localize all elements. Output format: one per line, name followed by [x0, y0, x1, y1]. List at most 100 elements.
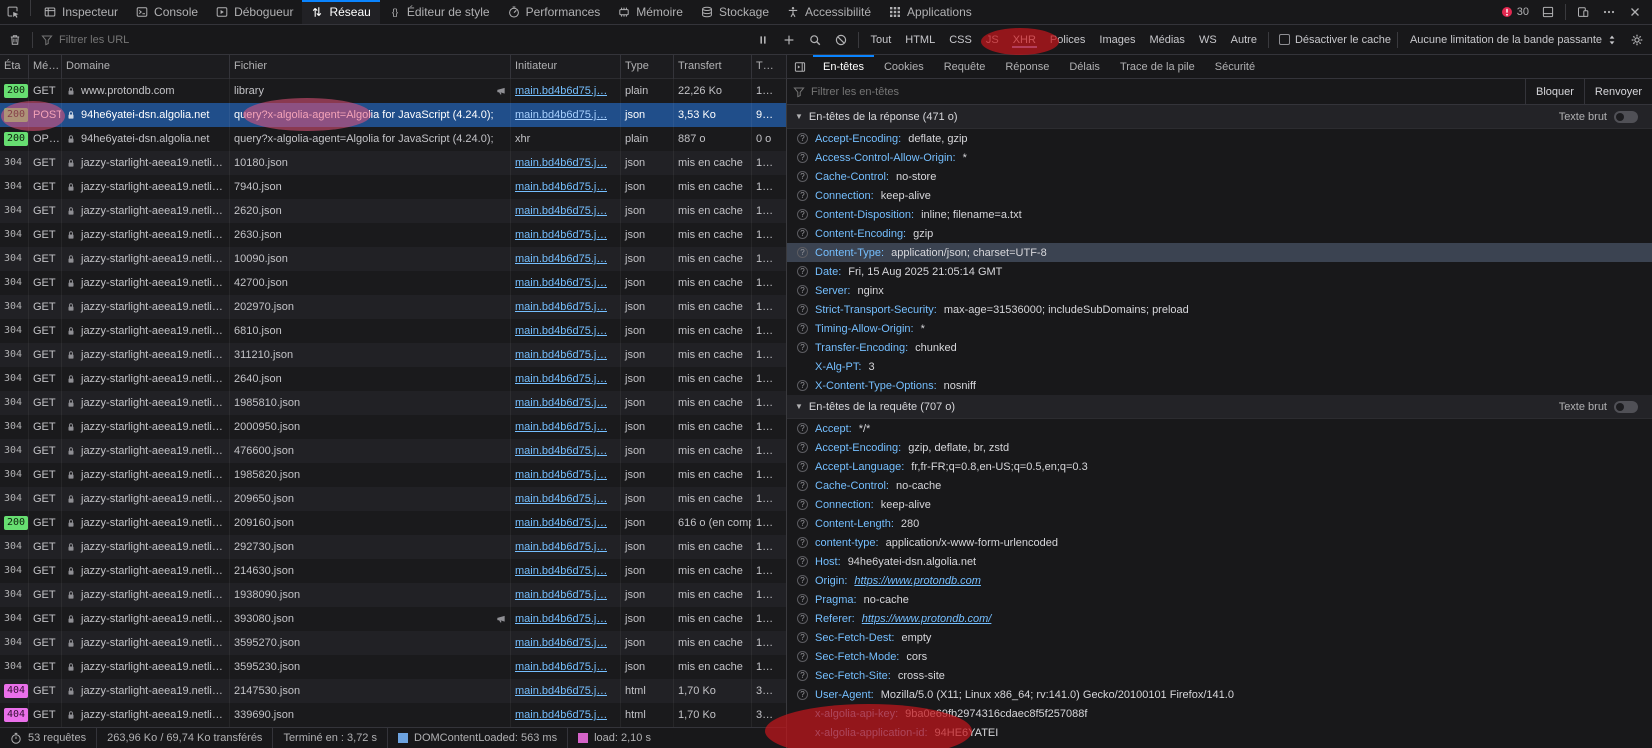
header-help-icon[interactable]	[797, 575, 808, 586]
column-header-t[interactable]: T…	[752, 55, 787, 79]
url-filter-input[interactable]	[53, 34, 750, 46]
new-request-button[interactable]	[776, 34, 802, 46]
header-row[interactable]: Connection:keep-alive	[787, 495, 1652, 514]
request-row[interactable]: 304GETjazzy-starlight-aeea19.netli…20009…	[0, 415, 786, 439]
devtools-menu-button[interactable]	[1596, 6, 1622, 18]
header-row[interactable]: Sec-Fetch-Mode:cors	[787, 647, 1652, 666]
sidebar-toggle-button[interactable]	[787, 55, 813, 78]
details-tab-trace-de-la-pile[interactable]: Trace de la pile	[1110, 55, 1205, 78]
request-row[interactable]: 304GETjazzy-starlight-aeea19.netli…7940.…	[0, 175, 786, 199]
initiator-link[interactable]: main.bd4b6d75.j…	[515, 589, 607, 601]
headers-filter-input[interactable]	[805, 86, 1525, 98]
request-row[interactable]: 304GETjazzy-starlight-aeea19.netli…20297…	[0, 295, 786, 319]
initiator-link[interactable]: main.bd4b6d75.j…	[515, 301, 607, 313]
column-header-type[interactable]: Type	[621, 55, 674, 79]
request-row[interactable]: 304GETjazzy-starlight-aeea19.netli…42700…	[0, 271, 786, 295]
header-row[interactable]: Accept-Encoding:deflate, gzip	[787, 129, 1652, 148]
tab-applications[interactable]: Applications	[880, 0, 981, 24]
search-requests-button[interactable]	[802, 34, 828, 46]
column-header-transfert[interactable]: Transfert	[674, 55, 752, 79]
request-row[interactable]: 304GETjazzy-starlight-aeea19.netli…19858…	[0, 391, 786, 415]
tab-console[interactable]: Console	[127, 0, 207, 24]
initiator-link[interactable]: main.bd4b6d75.j…	[515, 157, 607, 169]
header-row[interactable]: Content-Disposition:inline; filename=a.t…	[787, 205, 1652, 224]
header-help-icon[interactable]	[797, 499, 808, 510]
request-row[interactable]: 200OP…94he6yatei-dsn.algolia.netquery?x-…	[0, 127, 786, 151]
header-row[interactable]: Origin:https://www.protondb.com	[787, 571, 1652, 590]
clear-requests-button[interactable]	[2, 34, 28, 46]
header-help-icon[interactable]	[797, 461, 808, 472]
header-help-icon[interactable]	[797, 537, 808, 548]
split-console-button[interactable]	[1535, 6, 1561, 18]
tab-stockage[interactable]: Stockage	[692, 0, 778, 24]
request-row[interactable]: 304GETjazzy-starlight-aeea19.netli…47660…	[0, 439, 786, 463]
header-row[interactable]: Sec-Fetch-Dest:empty	[787, 628, 1652, 647]
error-count-badge[interactable]: 30	[1495, 6, 1535, 18]
header-help-icon[interactable]	[797, 323, 808, 334]
request-row[interactable]: 304GETjazzy-starlight-aeea19.netli…20965…	[0, 487, 786, 511]
request-row[interactable]: 304GETjazzy-starlight-aeea19.netli…21463…	[0, 559, 786, 583]
header-row[interactable]: Date:Fri, 15 Aug 2025 21:05:14 GMT	[787, 262, 1652, 281]
tab-inspecteur[interactable]: Inspecteur	[35, 0, 127, 24]
header-row[interactable]: User-Agent:Mozilla/5.0 (X11; Linux x86_6…	[787, 685, 1652, 704]
initiator-link[interactable]: main.bd4b6d75.j…	[515, 277, 607, 289]
header-row[interactable]: Transfer-Encoding:chunked	[787, 338, 1652, 357]
header-help-icon[interactable]	[797, 442, 808, 453]
header-help-icon[interactable]	[797, 190, 808, 201]
details-tab-reponse[interactable]: Réponse	[995, 55, 1059, 78]
request-row[interactable]: 304GETjazzy-starlight-aeea19.netli…10180…	[0, 151, 786, 175]
header-row[interactable]: Content-Type:application/json; charset=U…	[787, 243, 1652, 262]
raw-text-toggle[interactable]	[1614, 111, 1638, 123]
header-value[interactable]: https://www.protondb.com	[854, 575, 981, 587]
header-value[interactable]: https://www.protondb.com/	[862, 613, 992, 625]
header-help-icon[interactable]	[797, 670, 808, 681]
initiator-link[interactable]: main.bd4b6d75.j…	[515, 541, 607, 553]
raw-text-toggle[interactable]	[1614, 401, 1638, 413]
initiator-link[interactable]: main.bd4b6d75.j…	[515, 397, 607, 409]
header-row[interactable]: Server:nginx	[787, 281, 1652, 300]
pick-element-button[interactable]	[0, 0, 26, 24]
initiator-link[interactable]: main.bd4b6d75.j…	[515, 469, 607, 481]
column-header-fichier[interactable]: Fichier	[230, 55, 511, 79]
type-filter-ws[interactable]: WS	[1192, 30, 1224, 50]
request-row[interactable]: 200POST94he6yatei-dsn.algolia.netquery?x…	[0, 103, 786, 127]
request-row[interactable]: 200GETjazzy-starlight-aeea19.netli…20916…	[0, 511, 786, 535]
header-row[interactable]: X-Content-Type-Options:nosniff	[787, 376, 1652, 395]
header-row[interactable]: Access-Control-Allow-Origin:*	[787, 148, 1652, 167]
request-row[interactable]: 304GETjazzy-starlight-aeea19.netli…19858…	[0, 463, 786, 487]
request-row[interactable]: 304GETjazzy-starlight-aeea19.netli…29273…	[0, 535, 786, 559]
header-help-icon[interactable]	[797, 228, 808, 239]
type-filter-autre[interactable]: Autre	[1224, 30, 1264, 50]
header-row[interactable]: Cache-Control:no-store	[787, 167, 1652, 186]
request-row[interactable]: 304GETjazzy-starlight-aeea19.netli…2620.…	[0, 199, 786, 223]
request-row[interactable]: 200GETwww.protondb.comlibrarymain.bd4b6d…	[0, 79, 786, 103]
tab-editeur-de-style[interactable]: {}Éditeur de style	[380, 0, 499, 24]
network-settings-button[interactable]	[1624, 34, 1650, 46]
header-row[interactable]: Host:94he6yatei-dsn.algolia.net	[787, 552, 1652, 571]
block-url-button[interactable]: Bloquer	[1525, 79, 1584, 104]
request-row[interactable]: 304GETjazzy-starlight-aeea19.netli…6810.…	[0, 319, 786, 343]
header-help-icon[interactable]	[797, 480, 808, 491]
initiator-link[interactable]: main.bd4b6d75.j…	[515, 565, 607, 577]
header-help-icon[interactable]	[797, 266, 808, 277]
details-tab-securite[interactable]: Sécurité	[1205, 55, 1265, 78]
header-row[interactable]: x-algolia-api-key:9ba0e69fb2974316cdaec8…	[787, 704, 1652, 723]
initiator-link[interactable]: main.bd4b6d75.j…	[515, 421, 607, 433]
initiator-link[interactable]: main.bd4b6d75.j…	[515, 661, 607, 673]
header-help-icon[interactable]	[797, 209, 808, 220]
details-tab-en-tetes[interactable]: En-têtes	[813, 55, 874, 78]
header-help-icon[interactable]	[797, 380, 808, 391]
response-headers-section-header[interactable]: ▼En-têtes de la réponse (471 o)Texte bru…	[787, 105, 1652, 129]
responsive-mode-button[interactable]	[1570, 6, 1596, 18]
initiator-link[interactable]: main.bd4b6d75.j…	[515, 637, 607, 649]
initiator-link[interactable]: main.bd4b6d75.j…	[515, 85, 607, 97]
header-help-icon[interactable]	[797, 247, 808, 258]
disable-cache-label[interactable]: Désactiver le cache	[1295, 34, 1391, 46]
disable-cache-checkbox[interactable]	[1279, 34, 1290, 45]
header-help-icon[interactable]	[797, 556, 808, 567]
tab-performances[interactable]: Performances	[499, 0, 610, 24]
header-row[interactable]: X-Alg-PT:3	[787, 357, 1652, 376]
details-tab-delais[interactable]: Délais	[1059, 55, 1110, 78]
header-row[interactable]: content-type:application/x-www-form-urle…	[787, 533, 1652, 552]
request-row[interactable]: 404GETjazzy-starlight-aeea19.netli…21475…	[0, 679, 786, 703]
